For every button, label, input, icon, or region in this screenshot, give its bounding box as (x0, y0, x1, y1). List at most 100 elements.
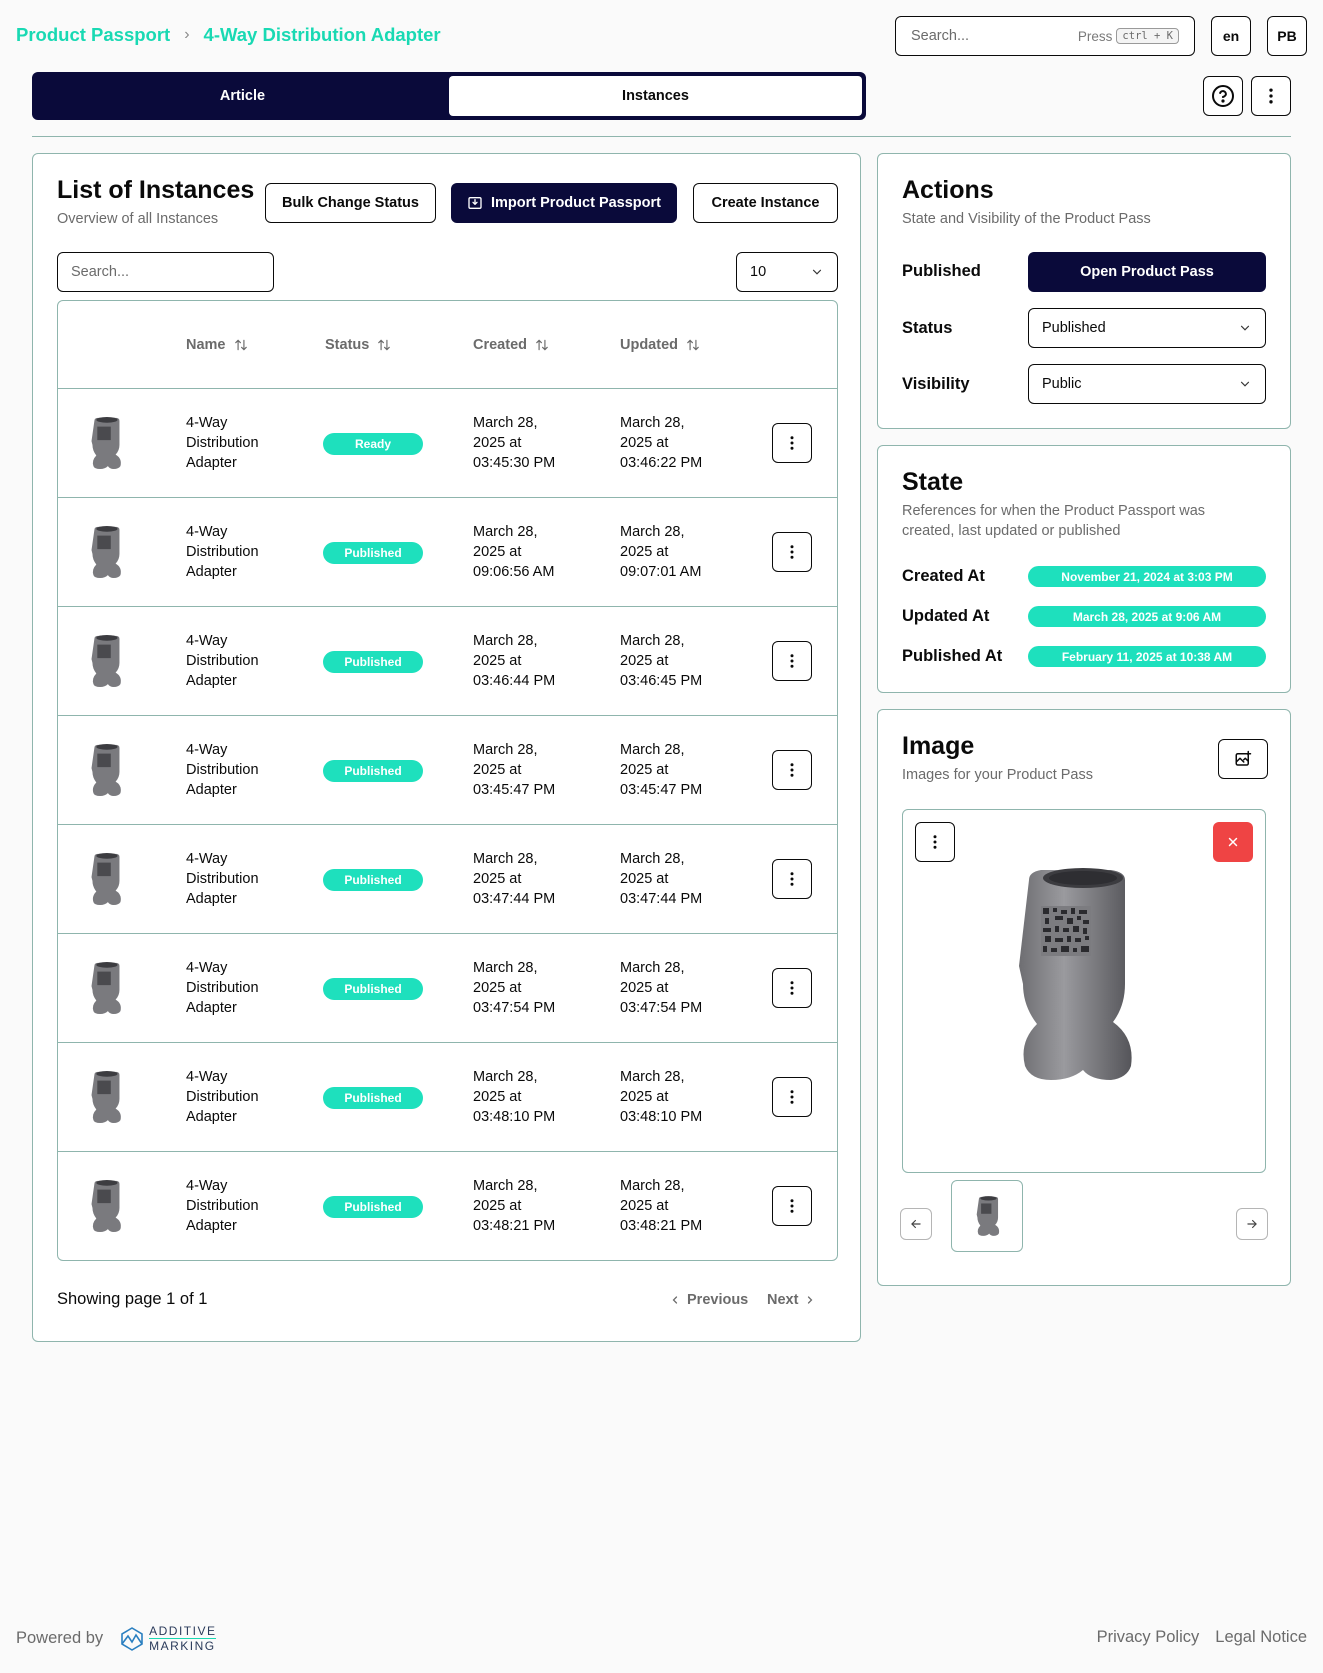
help-icon (1212, 85, 1234, 107)
sort-icon (378, 339, 391, 351)
updated-at-badge: March 28, 2025 at 9:06 AM (1028, 606, 1266, 627)
row-actions-button[interactable] (772, 1077, 812, 1117)
additive-marking-logo[interactable]: ADDITIVE MARKING (119, 1624, 217, 1653)
status-badge: Published (323, 651, 423, 673)
updated-date: March 28, 2025 at 03:46:22 PM (620, 413, 702, 473)
breadcrumb-current[interactable]: 4-Way Distribution Adapter (204, 24, 441, 46)
name-line: 4-Way (186, 1069, 228, 1085)
create-instance-button[interactable]: Create Instance (693, 183, 838, 223)
date-line: March 28, (620, 742, 685, 758)
status-select[interactable]: Published (1028, 308, 1266, 348)
open-product-pass-button[interactable]: Open Product Pass (1028, 252, 1266, 292)
created-date: March 28, 2025 at 03:46:44 PM (473, 631, 555, 691)
sort-icon (536, 339, 548, 351)
visibility-select[interactable]: Public (1028, 364, 1266, 404)
more-vertical-icon (790, 545, 794, 559)
bulk-change-status-button[interactable]: Bulk Change Status (265, 183, 436, 223)
help-button[interactable] (1203, 76, 1243, 116)
date-line: 03:48:10 PM (620, 1109, 703, 1125)
status-select-value: Published (1042, 320, 1106, 336)
table-row[interactable]: 4-Way Distribution Adapter Published March 2… (58, 498, 837, 607)
instance-name: 4-Way Distribution Adapter (186, 631, 259, 691)
breadcrumb: Product Passport › 4-Way Distribution Ad… (16, 24, 441, 46)
date-line: March 28, (473, 960, 538, 976)
breadcrumb-root[interactable]: Product Passport (16, 24, 170, 46)
delete-image-button[interactable] (1213, 822, 1253, 862)
tab-bar: Article Instances (32, 72, 866, 120)
date-line: 03:47:54 PM (620, 1000, 703, 1016)
page-size-select[interactable]: 10 (736, 252, 838, 292)
table-header: Name Status Created Updated (58, 301, 837, 389)
column-name[interactable]: Name (186, 337, 248, 353)
user-avatar-button[interactable]: PB (1267, 16, 1307, 56)
row-actions-button[interactable] (772, 859, 812, 899)
date-line: 03:47:54 PM (473, 1000, 556, 1016)
previous-page-button[interactable]: Previous (669, 1292, 748, 1308)
table-row[interactable]: 4-Way Distribution Adapter Published March 2… (58, 1152, 837, 1260)
column-status[interactable]: Status (325, 337, 391, 353)
pagination-text: Showing page 1 of 1 (57, 1290, 208, 1308)
next-image-button[interactable] (1236, 1208, 1268, 1240)
shortcut-kbd: ctrl + K (1116, 28, 1179, 44)
table-row[interactable]: 4-Way Distribution Adapter Published March 2… (58, 607, 837, 716)
previous-image-button[interactable] (900, 1208, 932, 1240)
table-row[interactable]: 4-Way Distribution Adapter Published March 2… (58, 716, 837, 825)
updated-date: March 28, 2025 at 03:45:47 PM (620, 740, 702, 800)
name-line: Adapter (186, 564, 237, 580)
instances-title: List of Instances (57, 176, 255, 204)
table-row[interactable]: 4-Way Distribution Adapter Published March 2… (58, 825, 837, 934)
language-button[interactable]: en (1211, 16, 1251, 56)
image-thumbnail[interactable] (951, 1180, 1023, 1252)
product-thumbnail (91, 634, 121, 688)
date-line: March 28, (620, 633, 685, 649)
name-line: 4-Way (186, 960, 228, 976)
name-line: 4-Way (186, 524, 228, 540)
table-row[interactable]: 4-Way Distribution Adapter Published March 2… (58, 934, 837, 1043)
date-line: March 28, (473, 633, 538, 649)
column-updated[interactable]: Updated (620, 337, 700, 353)
tab-article[interactable]: Article (36, 76, 449, 116)
date-line: 2025 at (473, 762, 522, 778)
date-line: 2025 at (620, 871, 669, 887)
created-date: March 28, 2025 at 09:06:56 AM (473, 522, 554, 582)
previous-label: Previous (687, 1292, 749, 1308)
close-icon (1228, 837, 1238, 847)
date-line: 03:47:44 PM (620, 891, 703, 907)
more-vertical-icon (790, 1090, 794, 1104)
status-label: Status (902, 319, 953, 337)
import-product-passport-button[interactable]: Import Product Passport (451, 183, 677, 223)
row-actions-button[interactable] (772, 968, 812, 1008)
date-line: March 28, (620, 960, 685, 976)
date-line: 03:48:21 PM (473, 1218, 556, 1234)
more-vertical-icon (790, 654, 794, 668)
name-line: Distribution (186, 544, 259, 560)
powered-by-label: Powered by (16, 1629, 104, 1647)
global-search-input[interactable]: Search... Press ctrl + K (895, 16, 1195, 56)
row-actions-button[interactable] (772, 1186, 812, 1226)
row-actions-button[interactable] (772, 423, 812, 463)
row-actions-button[interactable] (772, 532, 812, 572)
published-at-badge: February 11, 2025 at 10:38 AM (1028, 646, 1266, 667)
updated-date: March 28, 2025 at 09:07:01 AM (620, 522, 701, 582)
privacy-policy-link[interactable]: Privacy Policy (1097, 1628, 1200, 1647)
name-line: Adapter (186, 673, 237, 689)
more-vertical-icon (790, 436, 794, 450)
instance-name: 4-Way Distribution Adapter (186, 849, 259, 909)
date-line: 2025 at (473, 871, 522, 887)
footer-powered-by: Powered by ADDITIVE MARKING (16, 1624, 217, 1653)
row-actions-button[interactable] (772, 750, 812, 790)
image-options-button[interactable] (915, 822, 955, 862)
legal-notice-link[interactable]: Legal Notice (1215, 1628, 1307, 1647)
date-line: 2025 at (473, 1089, 522, 1105)
add-image-button[interactable] (1218, 739, 1268, 779)
table-row[interactable]: 4-Way Distribution Adapter Published March 2… (58, 1043, 837, 1152)
instances-search-input[interactable]: Search... (57, 252, 274, 292)
row-actions-button[interactable] (772, 641, 812, 681)
more-options-button[interactable] (1251, 76, 1291, 116)
image-preview-frame (902, 809, 1266, 1173)
tab-instances[interactable]: Instances (449, 76, 862, 116)
column-created[interactable]: Created (473, 337, 549, 353)
image-card: Image Images for your Product Pass (877, 709, 1291, 1286)
table-row[interactable]: 4-Way Distribution Adapter Ready March 28, 20… (58, 389, 837, 498)
next-page-button[interactable]: Next (767, 1292, 816, 1308)
